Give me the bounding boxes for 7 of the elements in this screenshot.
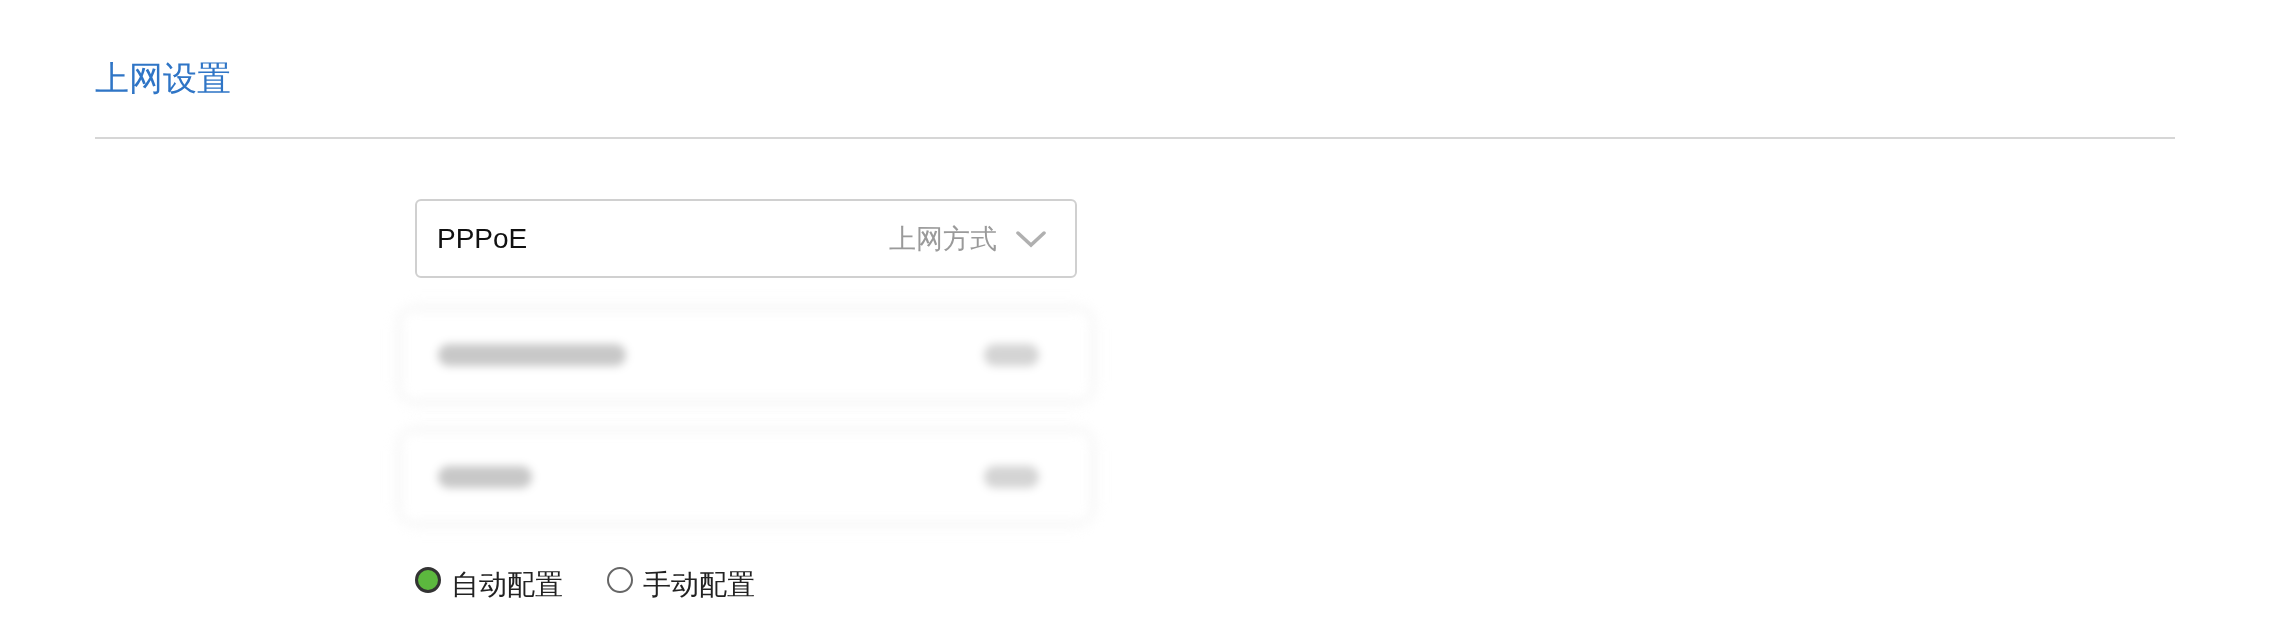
radio-option[interactable]: 手动配置 (607, 566, 755, 604)
page-title: 上网设置 (95, 58, 232, 98)
radio-option[interactable]: 自动配置 (415, 566, 563, 604)
radio-button[interactable] (415, 567, 441, 593)
connection-select[interactable]: PPPoE 上网方式 (415, 199, 1077, 278)
chevron-down-icon (1015, 229, 1047, 248)
radio-button[interactable] (607, 567, 633, 593)
